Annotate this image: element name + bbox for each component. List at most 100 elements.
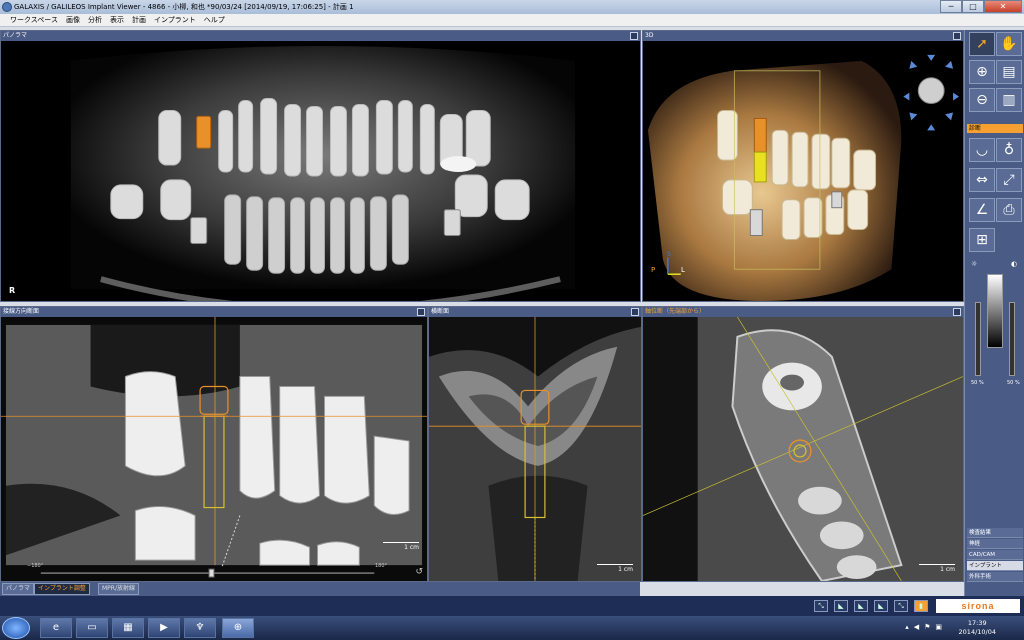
panel-header: 横断面 bbox=[429, 307, 641, 317]
list-item-findings[interactable]: 検査結果 bbox=[967, 528, 1023, 538]
menu-view[interactable]: 表示 bbox=[110, 15, 124, 25]
maximize-panel-icon[interactable] bbox=[630, 32, 638, 40]
angle-measure-icon[interactable]: ∠ bbox=[969, 198, 995, 222]
contrast-value: 50 % bbox=[1007, 380, 1020, 386]
brightness-value: 50 % bbox=[971, 380, 984, 386]
scale-bar: 1 cm bbox=[597, 564, 633, 573]
tool-icon-5[interactable]: ⤡ bbox=[894, 600, 908, 612]
cross-title: 横断面 bbox=[431, 308, 450, 315]
close-button[interactable]: ✕ bbox=[984, 0, 1022, 13]
tab-implant-adjust[interactable]: インプラント調整 bbox=[34, 583, 90, 595]
status-bar: ⤡ ◣ ◣ ◣ ⤡ ▮ sirona bbox=[0, 596, 1024, 616]
menu-workspace[interactable]: ワークスペース bbox=[10, 15, 58, 25]
maximize-panel-icon[interactable] bbox=[631, 308, 639, 316]
contrast-slider[interactable] bbox=[1009, 302, 1015, 376]
panorama-panel[interactable]: パノラマ R bbox=[0, 30, 641, 302]
media-taskbar-icon[interactable]: ▶ bbox=[148, 618, 180, 638]
list-item-nerve[interactable]: 神経 bbox=[967, 539, 1023, 549]
clock[interactable]: 17:39 2014/10/04 bbox=[959, 619, 996, 637]
maximize-button[interactable]: □ bbox=[962, 0, 984, 13]
os-taskbar: e ▭ ▦ ▶ ♆ ⊕ ▴ ◀ ⚑ ▣ 17:39 2014/10/04 bbox=[0, 616, 1024, 640]
panorama-title: パノラマ bbox=[3, 32, 28, 39]
scale-bar: 1 cm bbox=[919, 564, 955, 573]
panorama-curve-icon[interactable]: ◡ bbox=[969, 138, 995, 162]
list-item-cadcam[interactable]: CAD/CAM bbox=[967, 550, 1023, 560]
app-taskbar-icon[interactable]: ▦ bbox=[112, 618, 144, 638]
view3d-render[interactable]: P L S bbox=[643, 41, 963, 301]
panel-header: 軸位断（先端部から） bbox=[643, 307, 963, 317]
tray-arrow-icon[interactable]: ▴ bbox=[905, 623, 909, 631]
tangential-panel[interactable]: 接線方向断面 1 cm −180° 180° ↺ bbox=[0, 306, 428, 582]
workspace-tabs: パノラマ インプラント調整 MPR/放射線 bbox=[0, 582, 640, 596]
tangential-image[interactable]: 1 cm −180° 180° ↺ bbox=[1, 317, 427, 581]
panel-header: 3D bbox=[643, 31, 963, 41]
axis-label-p: P bbox=[651, 266, 656, 274]
menu-plan[interactable]: 計画 bbox=[132, 15, 146, 25]
brightness-icon: ☼ bbox=[971, 260, 978, 268]
cross-panel[interactable]: 横断面 1 cm bbox=[428, 306, 642, 582]
axial-title: 軸位断（先端部から） bbox=[645, 308, 706, 315]
minimize-button[interactable]: ─ bbox=[940, 0, 962, 13]
implant-upper bbox=[196, 115, 212, 149]
cross-image[interactable]: 1 cm bbox=[429, 317, 641, 581]
select-arrow-icon[interactable]: ➚ bbox=[969, 32, 995, 56]
menu-help[interactable]: ヘルプ bbox=[204, 15, 225, 25]
axis-label-s: S bbox=[667, 251, 671, 258]
maximize-panel-icon[interactable] bbox=[417, 308, 425, 316]
diagonal-measure-icon[interactable]: ⤢ bbox=[996, 168, 1022, 192]
zoom-out-icon[interactable]: ⊖ bbox=[969, 88, 995, 112]
pan-hand-icon[interactable]: ✋ bbox=[996, 32, 1022, 56]
menu-implant[interactable]: インプラント bbox=[154, 15, 196, 25]
layer-up-icon[interactable]: ▤ bbox=[996, 60, 1022, 84]
flag-icon[interactable]: ⚑ bbox=[924, 623, 930, 631]
list-item-implant[interactable]: インプラント bbox=[967, 561, 1023, 571]
tab-mpr[interactable]: MPR/放射線 bbox=[98, 583, 139, 595]
diagnosis-section-label: 診断 bbox=[967, 124, 1023, 133]
view3d-title: 3D bbox=[645, 32, 654, 39]
maximize-panel-icon[interactable] bbox=[953, 308, 961, 316]
axis-label-l: L bbox=[681, 266, 685, 274]
tool-icon-2[interactable]: ◣ bbox=[834, 600, 848, 612]
title-bar: GALAXIS / GALILEOS Implant Viewer - 4866… bbox=[0, 0, 1024, 14]
grayscale-bar bbox=[987, 274, 1003, 348]
print-icon[interactable]: ⎙ bbox=[996, 198, 1022, 222]
menu-analysis[interactable]: 分析 bbox=[88, 15, 102, 25]
distance-measure-icon[interactable]: ⇔ bbox=[969, 168, 995, 192]
maximize-panel-icon[interactable] bbox=[953, 32, 961, 40]
browser-taskbar-icon[interactable]: e bbox=[40, 618, 72, 638]
reset-rotation-icon[interactable]: ↺ bbox=[415, 567, 423, 577]
window-title: GALAXIS / GALILEOS Implant Viewer - 4866… bbox=[14, 3, 354, 11]
dental-taskbar-icon[interactable]: ♆ bbox=[184, 618, 216, 638]
tangential-title: 接線方向断面 bbox=[3, 308, 40, 315]
brightness-slider[interactable] bbox=[975, 302, 981, 376]
layer-down-icon[interactable]: ▥ bbox=[996, 88, 1022, 112]
app-window: GALAXIS / GALILEOS Implant Viewer - 4866… bbox=[0, 0, 1024, 640]
export-icon[interactable]: ▮ bbox=[914, 600, 928, 612]
start-button[interactable] bbox=[2, 617, 30, 639]
system-tray: ▴ ◀ ⚑ ▣ bbox=[905, 623, 942, 631]
folder-taskbar-icon[interactable]: ▭ bbox=[76, 618, 108, 638]
panel-header: パノラマ bbox=[1, 31, 640, 41]
tab-panorama[interactable]: パノラマ bbox=[2, 583, 35, 595]
clock-date: 2014/10/04 bbox=[958, 628, 996, 636]
zoom-in-icon[interactable]: ⊕ bbox=[969, 60, 995, 84]
tool-icon-4[interactable]: ◣ bbox=[874, 600, 888, 612]
slider-min-label: −180° bbox=[27, 563, 44, 569]
tool-icon-3[interactable]: ◣ bbox=[854, 600, 868, 612]
clock-time: 17:39 bbox=[967, 619, 987, 627]
volume-icon[interactable]: ◀ bbox=[914, 623, 919, 631]
axial-image[interactable]: 1 cm bbox=[643, 317, 963, 581]
tool-icon-1[interactable]: ⤡ bbox=[814, 600, 828, 612]
implant-viewer-taskbar-icon[interactable]: ⊕ bbox=[222, 618, 254, 638]
orientation-marker: R bbox=[9, 286, 16, 295]
list-item-surgery[interactable]: 外科手術 bbox=[967, 572, 1023, 582]
panorama-image[interactable]: R bbox=[1, 41, 640, 301]
scale-bar: 1 cm bbox=[383, 542, 419, 551]
network-icon[interactable]: ▣ bbox=[935, 623, 942, 631]
view3d-panel[interactable]: 3D P L S bbox=[642, 30, 964, 302]
tooth-icon[interactable]: ♁ bbox=[996, 138, 1022, 162]
menu-image[interactable]: 画像 bbox=[66, 15, 80, 25]
ruler-icon[interactable]: ⊞ bbox=[969, 228, 995, 252]
axial-panel[interactable]: 軸位断（先端部から） 1 cm bbox=[642, 306, 964, 582]
contrast-icon: ◐ bbox=[1011, 260, 1018, 268]
